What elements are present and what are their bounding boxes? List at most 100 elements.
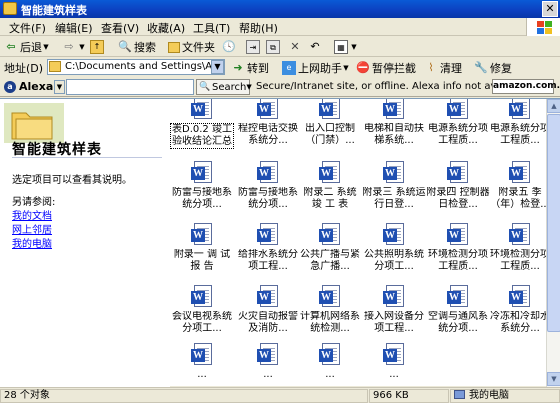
file-item[interactable]: W 电梯和自动扶梯系统... — [362, 99, 426, 161]
alexa-search-input[interactable] — [66, 79, 194, 95]
file-item[interactable]: W 表D.0.2 竣工验收结论汇总 — [170, 99, 234, 161]
standard-toolbar: ⇦ 后退 ▼ ⇨ ▼ ↑ 🔍 搜索 文件夹 🕓 ⇥ ⧉ ✕ ↶ ▦ ▼ — [0, 37, 560, 57]
file-item[interactable]: W 防雷与接地系统分项... — [236, 161, 300, 225]
word-document-icon: W — [257, 99, 278, 119]
large-folder-icon — [4, 103, 64, 143]
move-to-button[interactable]: ⇥ — [246, 39, 262, 55]
file-name: 附录二 系统 竣 工 表 — [303, 187, 357, 210]
word-document-icon: W — [319, 99, 340, 119]
clean-button[interactable]: ⌇ 清理 — [424, 60, 462, 76]
search-label: 搜索 — [134, 41, 156, 54]
file-name: 给排水系统分项工程... — [238, 249, 298, 272]
word-document-icon: W — [257, 285, 278, 307]
scroll-down-icon[interactable]: ▼ — [547, 372, 560, 386]
search-icon: 🔍 — [118, 40, 132, 53]
title-bar[interactable]: 智能建筑样表 ✕ — [0, 0, 560, 18]
undo-icon: ↶ — [310, 40, 320, 53]
menu-favorites[interactable]: 收藏(A) — [147, 20, 185, 36]
file-item[interactable]: W 附录三 系统运行日登... — [362, 161, 426, 225]
chevron-down-icon: ▼ — [351, 43, 357, 51]
internet-helper-button[interactable]: e 上网助手 ▼ — [282, 60, 352, 76]
word-document-icon: W — [509, 223, 530, 245]
file-name: 空调与通风系统分项... — [428, 311, 488, 334]
search-icon: 🔍 — [199, 82, 211, 92]
menu-help[interactable]: 帮助(H) — [239, 20, 278, 36]
copy-to-button[interactable]: ⧉ — [266, 39, 282, 55]
file-item[interactable]: W 附录二 系统 竣 工 表 — [298, 161, 362, 225]
see-also-label: 另请参阅: — [12, 197, 56, 208]
file-item[interactable]: W 出入口控制（门禁）... — [298, 99, 362, 161]
menu-tools[interactable]: 工具(T) — [193, 20, 230, 36]
file-item[interactable]: W 给排水系统分项工程... — [236, 223, 300, 287]
file-item[interactable]: W 环境检测分项工程质... — [488, 223, 546, 287]
back-button[interactable]: ⇦ 后退 ▼ — [4, 39, 52, 55]
file-item[interactable]: W 电源系统分项工程质... — [426, 99, 490, 161]
pause-block-button[interactable]: ⛔ 暂停拦截 — [356, 60, 416, 76]
file-name: 出入口控制（门禁）... — [305, 123, 355, 146]
file-item[interactable]: W 环境检测分项工程质... — [426, 223, 490, 287]
alexa-brand: Alexa — [19, 80, 54, 93]
go-button[interactable]: ➜ 转到 — [231, 60, 269, 76]
file-item[interactable]: W 空调与通风系统分项... — [426, 285, 490, 349]
file-item[interactable]: W 防雷与接地系统分项... — [170, 161, 234, 225]
internet-helper-label: 上网助手 — [298, 62, 342, 75]
repair-button[interactable]: 🔧 修复 — [474, 60, 512, 76]
file-item[interactable]: W 火灾自动报警及消防... — [236, 285, 300, 349]
file-item[interactable]: W... — [236, 343, 300, 387]
chevron-down-icon: ▼ — [246, 83, 252, 91]
file-item[interactable]: W 计算机网络系统检测... — [298, 285, 362, 349]
link-my-computer[interactable]: 我的电脑 — [12, 235, 52, 250]
file-item[interactable]: W 附录五 季（年）检登... — [488, 161, 546, 225]
file-item[interactable]: W... — [298, 343, 362, 387]
file-name: 火灾自动报警及消防... — [238, 311, 298, 334]
close-icon[interactable]: ✕ — [542, 1, 558, 17]
file-item[interactable]: W 程控电话交换系统分... — [236, 99, 300, 161]
scroll-up-icon[interactable]: ▲ — [547, 99, 560, 113]
amazon-button[interactable]: amazon.com. — [492, 79, 560, 94]
link-my-documents[interactable]: 我的文档 — [12, 207, 52, 222]
file-item[interactable]: W 公共照明系统分项工... — [362, 223, 426, 287]
up-button[interactable]: ↑ — [90, 39, 106, 55]
file-item[interactable]: W 冷冻和冷却水系统分... — [488, 285, 546, 349]
address-input[interactable]: C:\Documents and Settings\Administ — [47, 59, 225, 75]
undo-button[interactable]: ↶ — [308, 39, 324, 55]
wrench-icon: 🔧 — [474, 61, 488, 74]
file-item[interactable]: W 接入网设备分项工程... — [362, 285, 426, 349]
file-item[interactable]: W... — [170, 343, 234, 387]
alexa-logo[interactable]: a Alexa — [4, 80, 53, 93]
chevron-down-icon[interactable]: ▼ — [54, 80, 65, 94]
file-item[interactable]: W 公共广播与紧急广播... — [298, 223, 362, 287]
file-item[interactable]: W 附录一 调 试 报 告 — [170, 223, 234, 287]
word-document-icon: W — [191, 343, 212, 365]
chevron-down-icon: ▼ — [343, 64, 349, 72]
alexa-icon: a — [4, 80, 16, 93]
move-to-icon: ⇥ — [246, 40, 260, 54]
views-button[interactable]: ▦ ▼ — [334, 39, 360, 55]
link-network-places[interactable]: 网上邻居 — [12, 221, 52, 236]
word-document-icon: W — [383, 343, 404, 365]
block-icon: ⛔ — [356, 61, 370, 74]
word-document-icon: W — [257, 161, 278, 183]
file-item[interactable]: W 会议电视系统分项工... — [170, 285, 234, 349]
word-document-icon: W — [319, 223, 340, 245]
menu-file[interactable]: 文件(F) — [9, 20, 46, 36]
alexa-search-button[interactable]: 🔍 Search ▼ — [196, 79, 252, 95]
delete-button[interactable]: ✕ — [288, 39, 304, 55]
menu-view[interactable]: 查看(V) — [101, 20, 139, 36]
folders-button[interactable]: 文件夹 — [168, 39, 215, 55]
word-document-icon: W — [257, 343, 278, 365]
forward-arrow-icon: ⇨ — [64, 40, 74, 53]
file-item[interactable]: W... — [362, 343, 426, 387]
menu-edit[interactable]: 编辑(E) — [55, 20, 93, 36]
alexa-toolbar: a Alexa ▼ 🔍 Search ▼ Secure/Intranet sit… — [0, 77, 560, 97]
file-item[interactable]: W 附录四 控制器日检登... — [426, 161, 490, 225]
vertical-scrollbar[interactable]: ▲ ▼ — [546, 99, 560, 387]
scroll-thumb[interactable] — [547, 114, 560, 332]
history-button[interactable]: 🕓 — [222, 39, 238, 55]
file-name: 电源系统分项工程质... — [428, 123, 488, 146]
search-button[interactable]: 🔍 搜索 — [118, 39, 156, 55]
forward-button[interactable]: ⇨ ▼ — [62, 39, 88, 55]
file-item[interactable]: W 电源系统分项工程质... — [488, 99, 546, 161]
alexa-search-label: Search — [212, 81, 247, 93]
address-dropdown-icon[interactable]: ▼ — [211, 60, 224, 74]
